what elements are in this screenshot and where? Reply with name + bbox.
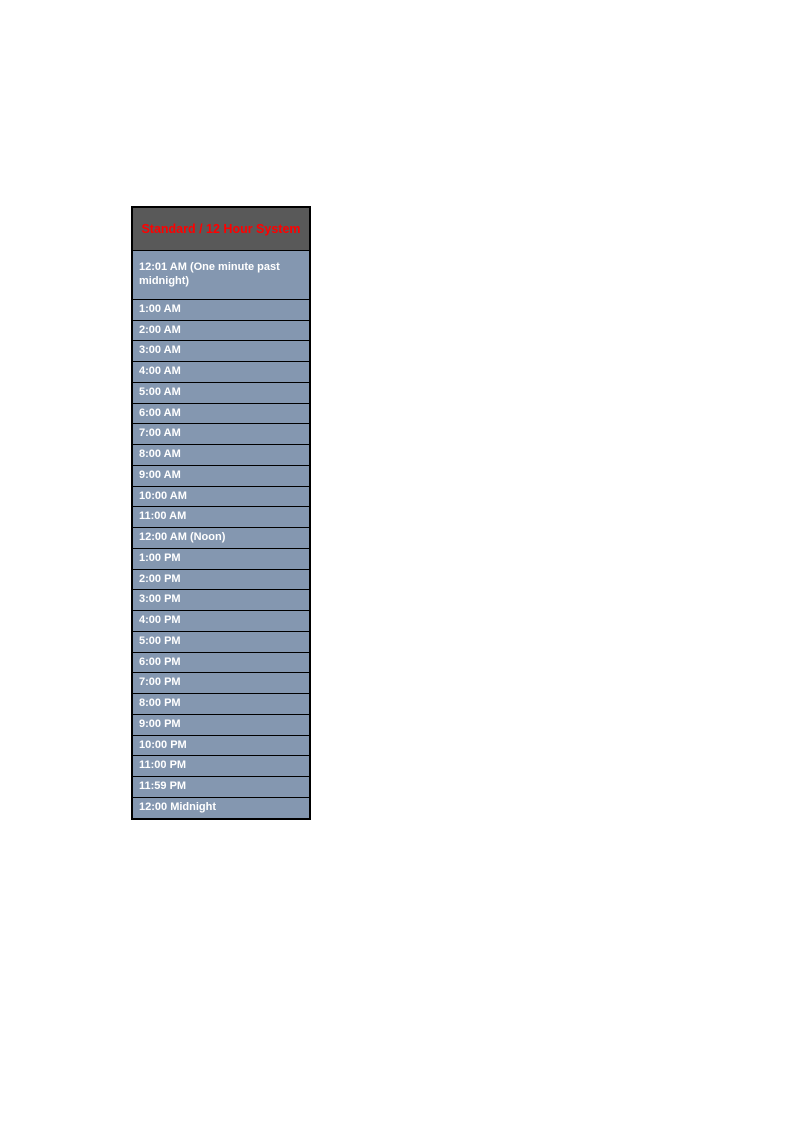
- table-row: 1:00 AM: [133, 299, 309, 320]
- table-row: 6:00 PM: [133, 652, 309, 673]
- table-row: 10:00 PM: [133, 735, 309, 756]
- table-row: 3:00 AM: [133, 340, 309, 361]
- table-row: 2:00 AM: [133, 320, 309, 341]
- table-row: 11:00 PM: [133, 755, 309, 776]
- table-row: 12:00 AM (Noon): [133, 527, 309, 548]
- table-row: 9:00 AM: [133, 465, 309, 486]
- table-row: 4:00 AM: [133, 361, 309, 382]
- table-row: 4:00 PM: [133, 610, 309, 631]
- table-row: 11:00 AM: [133, 506, 309, 527]
- table-row: 11:59 PM: [133, 776, 309, 797]
- time-system-table: Standard / 12 Hour System 12:01 AM (One …: [131, 206, 311, 820]
- table-row: 7:00 AM: [133, 423, 309, 444]
- table-row: 6:00 AM: [133, 403, 309, 424]
- table-row: 5:00 AM: [133, 382, 309, 403]
- table-row: 8:00 PM: [133, 693, 309, 714]
- table-row: 10:00 AM: [133, 486, 309, 507]
- table-row: 2:00 PM: [133, 569, 309, 590]
- table-row: 12:00 Midnight: [133, 797, 309, 818]
- table-row: 8:00 AM: [133, 444, 309, 465]
- table-header: Standard / 12 Hour System: [133, 208, 309, 250]
- table-row: 7:00 PM: [133, 672, 309, 693]
- table-row: 12:01 AM (One minute past midnight): [133, 250, 309, 299]
- table-row: 1:00 PM: [133, 548, 309, 569]
- table-row: 3:00 PM: [133, 589, 309, 610]
- table-row: 9:00 PM: [133, 714, 309, 735]
- table-row: 5:00 PM: [133, 631, 309, 652]
